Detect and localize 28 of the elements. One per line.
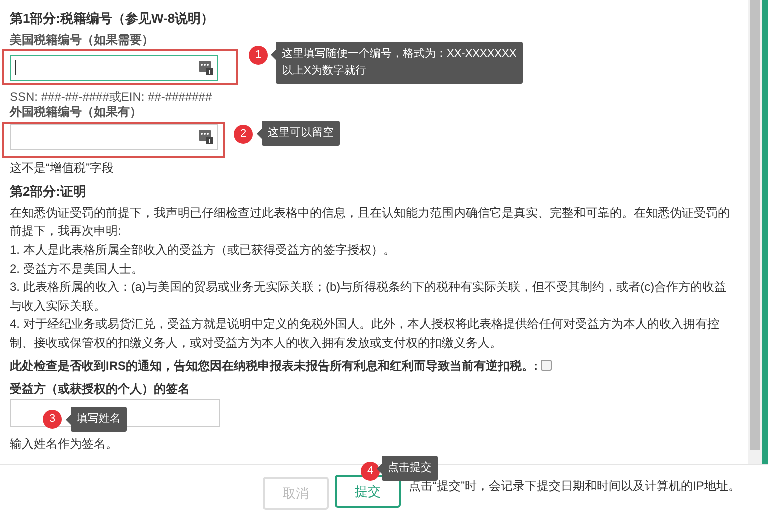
- checkbox-label: 此处检查是否收到IRS的通知，告知您因在纳税申报表未报告所有利息和红利而导致当前有逆扣税。:: [10, 358, 538, 375]
- tooltip: 这里可以留空: [262, 121, 340, 146]
- hint-text: SSN: ###-##-####或EIN: ##-#######: [10, 90, 212, 105]
- paragraph: 4. 对于经纪业务或易货汇兑，受益方就是说明中定义的免税外国人。此外，本人授权将此表格提供给任何对受益方为本人的收入拥有控制、接收或保管权的扣缴义务人，或对受益方为本人的收入拥有发放或支付权的扣缴义务人。: [10, 316, 720, 352]
- note-text: 输入姓名作为签名。: [10, 436, 118, 454]
- keypad-icon[interactable]: [199, 130, 213, 144]
- field-label: 外国税籍编号（如果有）: [10, 104, 142, 119]
- note-text: 这不是“增值税”字段: [10, 160, 114, 177]
- section-title: 第1部分:税籍编号（参见W-8说明）: [10, 10, 214, 28]
- field-label: 受益方（或获授权的个人）的签名: [10, 381, 190, 398]
- step-badge: 1: [249, 46, 268, 65]
- field-label: 美国税籍编号（如果需要）: [10, 32, 154, 47]
- submit-button[interactable]: 提交: [335, 475, 401, 508]
- keypad-icon[interactable]: [199, 60, 213, 75]
- tooltip: 这里填写随便一个编号，格式为：XX-XXXXXXX 以上X为数字就行: [276, 42, 523, 84]
- scrollbar[interactable]: [748, 0, 762, 464]
- input-field[interactable]: [10, 54, 218, 81]
- tooltip: 点击提交: [382, 456, 438, 481]
- paragraph: 在知悉伪证受罚的前提下，我声明已仔细检查过此表格中的信息，且在认知能力范围内确信它是真实、完整和可靠的。在知悉伪证受罚的前提下，我再次申明:: [10, 204, 731, 240]
- input-field[interactable]: [10, 124, 218, 150]
- tooltip: 填写姓名: [71, 407, 127, 432]
- checkbox[interactable]: [541, 360, 552, 372]
- paragraph: 3. 此表格所属的收入：(a)与美国的贸易或业务无实际关联；(b)与所得税条约下的税种有实际关联，但不受其制约，或者(c)合作方的收益与收入实际关联。: [10, 279, 728, 315]
- step-badge: 2: [234, 125, 253, 144]
- paragraph: 1. 本人是此表格所属全部收入的受益方（或已获得受益方的签字授权）。: [10, 242, 396, 259]
- paragraph: 2. 受益方不是美国人士。: [10, 260, 144, 278]
- section-title: 第2部分:证明: [10, 183, 87, 202]
- note-text: 点击“提交”时，会记录下提交日期和时间以及计算机的IP地址。: [409, 478, 740, 495]
